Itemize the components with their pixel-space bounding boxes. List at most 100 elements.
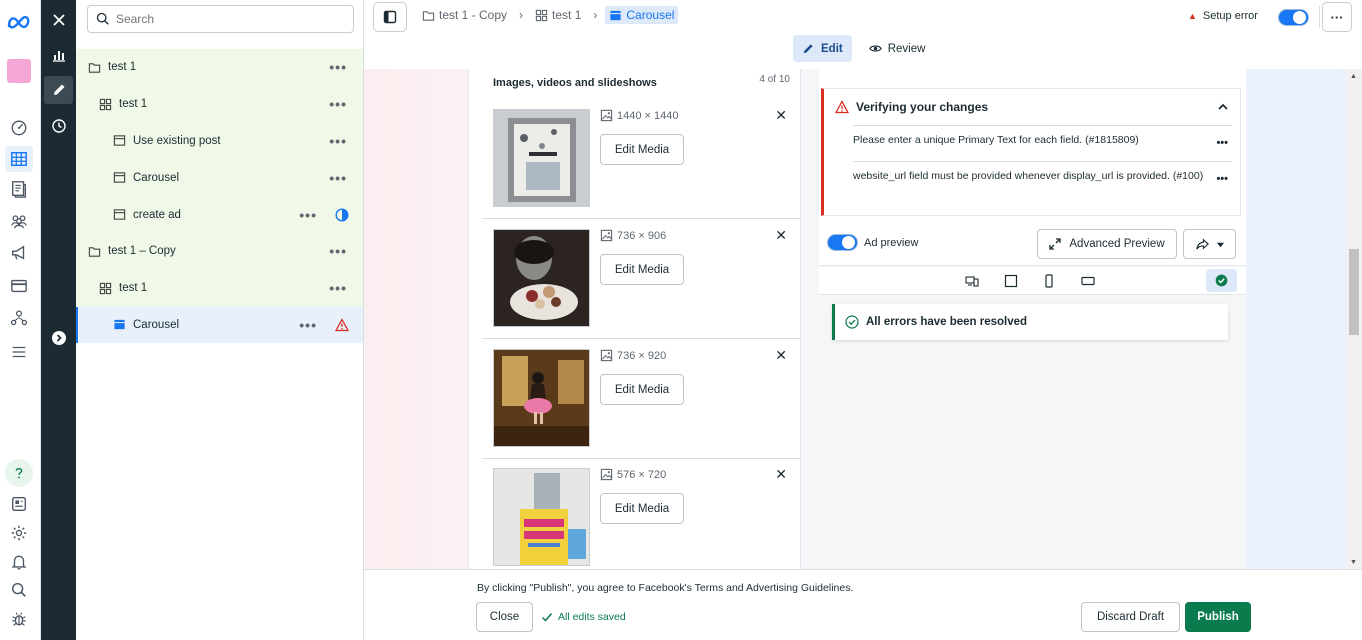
- search-input[interactable]: [116, 12, 336, 26]
- caret-down-icon: [1216, 242, 1224, 247]
- billing-icon[interactable]: [5, 273, 33, 299]
- square-feed-icon[interactable]: [1004, 274, 1018, 288]
- remove-icon[interactable]: ✕: [775, 466, 787, 483]
- search-icon[interactable]: [5, 577, 33, 603]
- more-options-icon[interactable]: •••: [329, 170, 347, 186]
- more-options-button[interactable]: ···: [1322, 2, 1352, 32]
- tree-item-adset[interactable]: test 1 •••: [76, 269, 363, 307]
- tab-edit[interactable]: Edit: [793, 35, 852, 62]
- remove-icon[interactable]: ✕: [775, 227, 787, 244]
- more-options-icon[interactable]: •••: [329, 59, 347, 75]
- tab-review[interactable]: Review: [860, 35, 935, 62]
- tree-item-ad-selected[interactable]: Carousel •••: [76, 306, 363, 344]
- tree-item-ad[interactable]: create ad •••: [76, 196, 363, 233]
- edit-media-button[interactable]: Edit Media: [600, 374, 684, 405]
- media-item: 736 × 920 Edit Media ✕: [482, 339, 800, 459]
- setup-error-status[interactable]: ▲ Setup error: [1188, 10, 1258, 22]
- account-avatar[interactable]: [7, 59, 31, 83]
- tree-item-campaign[interactable]: test 1 – Copy •••: [76, 232, 363, 270]
- dashboard-icon[interactable]: [5, 114, 33, 140]
- edit-media-button[interactable]: Edit Media: [600, 134, 684, 165]
- close-button[interactable]: Close: [476, 602, 533, 632]
- tree-item-adset[interactable]: test 1 •••: [76, 85, 363, 123]
- check-circle-icon: [1215, 274, 1228, 287]
- media-count: 4 of 10: [759, 74, 790, 85]
- verification-panel: Verifying your changes Please enter a un…: [821, 88, 1241, 216]
- breadcrumb-label: Carousel: [626, 8, 675, 22]
- media-thumbnail[interactable]: [493, 229, 590, 327]
- page-scrollbar[interactable]: ▲ ▼: [1346, 69, 1362, 569]
- audience-icon[interactable]: [5, 208, 33, 234]
- ad-preview-toggle[interactable]: [827, 234, 858, 251]
- preview-status-button[interactable]: [1206, 269, 1237, 292]
- verification-error: website_url field must be provided whene…: [853, 170, 1204, 182]
- media-thumbnail[interactable]: [493, 109, 590, 207]
- sidebar-panel-icon: [383, 10, 397, 24]
- publish-button[interactable]: Publish: [1185, 602, 1251, 632]
- pages-icon[interactable]: [5, 176, 33, 202]
- accounts-icon[interactable]: [5, 305, 33, 331]
- more-options-icon[interactable]: •••: [329, 280, 347, 296]
- verification-error: Please enter a unique Primary Text for e…: [853, 134, 1139, 146]
- advanced-preview-label: Advanced Preview: [1069, 238, 1165, 250]
- error-more-options[interactable]: •••: [1216, 137, 1228, 149]
- scroll-down-icon[interactable]: ▼: [1350, 559, 1357, 566]
- more-options-icon[interactable]: •••: [329, 96, 347, 112]
- history-icon[interactable]: [44, 112, 73, 140]
- editor-workspace: Images, videos and slideshows 4 of 10 14…: [364, 69, 1362, 569]
- advanced-preview-button[interactable]: Advanced Preview: [1037, 229, 1177, 259]
- save-status: All edits saved: [541, 611, 626, 623]
- ad-preview-panel: Ad preview Advanced Preview All errors h…: [819, 222, 1246, 569]
- tree-item-campaign[interactable]: test 1 •••: [76, 49, 363, 86]
- pencil-icon: [803, 44, 813, 54]
- pencil-icon[interactable]: [44, 76, 73, 104]
- settings-icon[interactable]: [5, 520, 33, 546]
- notifications-icon[interactable]: [5, 549, 33, 575]
- media-dimensions: 736 × 906: [600, 229, 666, 242]
- toggle-panel-button[interactable]: [373, 2, 407, 32]
- help-icon[interactable]: [5, 459, 33, 487]
- remove-icon[interactable]: ✕: [775, 107, 787, 124]
- close-icon[interactable]: [44, 6, 73, 34]
- more-options-icon[interactable]: •••: [299, 207, 317, 223]
- media-card: Images, videos and slideshows 4 of 10 14…: [468, 69, 801, 569]
- megaphone-icon[interactable]: [5, 240, 33, 266]
- expand-arrow-icon[interactable]: [44, 324, 73, 352]
- scroll-thumb[interactable]: [1349, 249, 1359, 335]
- breadcrumb-ad[interactable]: Carousel: [605, 6, 679, 24]
- preview-column: Verifying your changes Please enter a un…: [819, 69, 1246, 569]
- tree-item-ad[interactable]: Use existing post •••: [76, 122, 363, 160]
- landscape-icon[interactable]: [1081, 274, 1095, 288]
- tree-item-label: create ad: [133, 208, 181, 221]
- multi-device-icon[interactable]: [965, 274, 979, 288]
- tree-search[interactable]: [87, 5, 354, 33]
- verification-title: Verifying your changes: [835, 100, 988, 114]
- ad-status-toggle[interactable]: [1278, 9, 1309, 26]
- table-icon[interactable]: [5, 146, 33, 172]
- menu-icon[interactable]: [5, 339, 33, 365]
- breadcrumb-campaign[interactable]: test 1 - Copy: [418, 6, 511, 24]
- meta-logo-icon[interactable]: [6, 12, 32, 32]
- remove-icon[interactable]: ✕: [775, 347, 787, 364]
- scroll-up-icon[interactable]: ▲: [1350, 73, 1357, 80]
- ad-icon: [112, 171, 126, 185]
- share-button[interactable]: [1183, 229, 1236, 259]
- media-thumbnail[interactable]: [493, 349, 590, 447]
- media-thumbnail[interactable]: [493, 468, 590, 566]
- more-options-icon[interactable]: •••: [329, 243, 347, 259]
- edit-media-button[interactable]: Edit Media: [600, 254, 684, 285]
- media-dimensions: 736 × 920: [600, 349, 666, 362]
- news-icon[interactable]: [5, 491, 33, 517]
- mobile-icon[interactable]: [1042, 274, 1056, 288]
- edit-media-button[interactable]: Edit Media: [600, 493, 684, 524]
- chevron-up-icon[interactable]: [1217, 101, 1229, 113]
- chart-icon[interactable]: [44, 41, 73, 69]
- tree-item-ad[interactable]: Carousel •••: [76, 159, 363, 197]
- discard-draft-button[interactable]: Discard Draft: [1081, 602, 1180, 632]
- bug-icon[interactable]: [5, 606, 33, 632]
- more-options-icon[interactable]: •••: [329, 133, 347, 149]
- error-more-options[interactable]: •••: [1216, 173, 1228, 185]
- breadcrumb-adset[interactable]: test 1: [531, 6, 585, 24]
- check-icon: [541, 613, 553, 622]
- more-options-icon[interactable]: •••: [299, 317, 317, 333]
